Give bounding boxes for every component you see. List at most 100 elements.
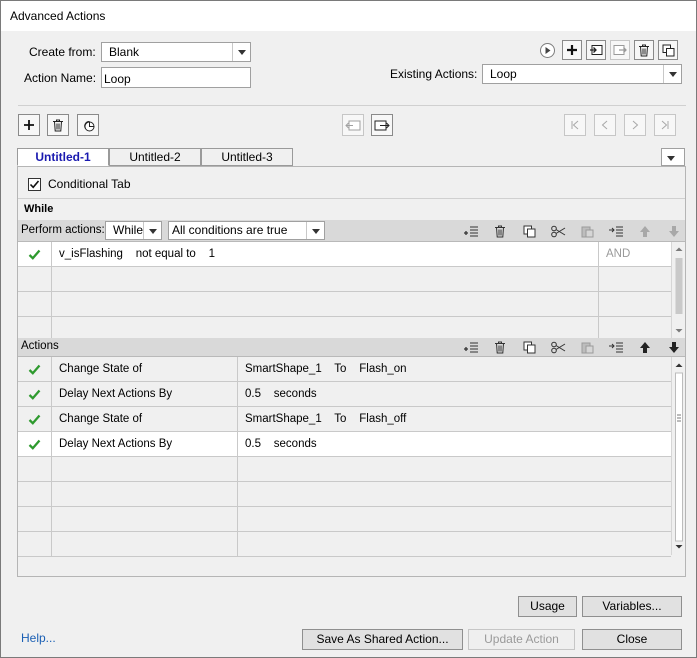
- condition-row[interactable]: [18, 292, 671, 317]
- move-condition-down-icon[interactable]: [665, 223, 683, 239]
- action-params[interactable]: 0.5 seconds: [238, 382, 671, 407]
- perform-mode-select[interactable]: While: [105, 221, 162, 240]
- paste-condition-icon[interactable]: [578, 223, 596, 239]
- first-tab-icon[interactable]: [564, 114, 586, 136]
- duplicate-decision-icon[interactable]: [77, 114, 99, 136]
- move-action-down-icon[interactable]: [665, 339, 683, 355]
- action-params[interactable]: SmartShape_1 To Flash_off: [238, 407, 671, 432]
- window-title: Advanced Actions: [10, 9, 106, 23]
- action-row[interactable]: [18, 482, 671, 507]
- condition-expression[interactable]: v_isFlashing not equal to 1: [52, 242, 599, 267]
- copy-action-icon[interactable]: [520, 339, 538, 355]
- action-enabled-checkmark[interactable]: [18, 407, 52, 432]
- title-bar: Advanced Actions: [1, 1, 696, 31]
- condition-operator: not equal to: [135, 248, 196, 260]
- action-row[interactable]: Change State of SmartShape_1 To Flash_on: [18, 357, 671, 382]
- empty-cell: [18, 532, 52, 557]
- insert-condition-below-icon[interactable]: [607, 223, 625, 239]
- variables-button[interactable]: Variables...: [582, 596, 682, 617]
- conditions-scrollbar[interactable]: [671, 242, 685, 338]
- conditions-mode-value: All conditions are true: [172, 223, 288, 237]
- action-target: SmartShape_1: [245, 413, 322, 425]
- actions-toolbar: Actions: [18, 338, 685, 357]
- save-as-shared-action-button[interactable]: Save As Shared Action...: [302, 629, 463, 650]
- action-params[interactable]: SmartShape_1 To Flash_on: [238, 357, 671, 382]
- insert-action-icon[interactable]: [462, 339, 480, 355]
- conditional-tab-label: Conditional Tab: [48, 177, 131, 191]
- action-connector: seconds: [273, 438, 317, 450]
- create-from-value: Blank: [109, 45, 140, 59]
- move-action-up-icon[interactable]: [636, 339, 654, 355]
- condition-row[interactable]: [18, 267, 671, 292]
- condition-logic[interactable]: AND: [599, 242, 671, 267]
- action-type[interactable]: Change State of: [52, 357, 238, 382]
- action-type[interactable]: Delay Next Actions By: [52, 432, 238, 457]
- empty-cell: [52, 457, 238, 482]
- action-row[interactable]: [18, 507, 671, 532]
- condition-value: 1: [208, 248, 215, 260]
- empty-cell: [18, 507, 52, 532]
- action-name-field[interactable]: [101, 67, 251, 88]
- delete-action-icon[interactable]: [634, 40, 654, 60]
- previous-tab-icon[interactable]: [594, 114, 616, 136]
- action-row[interactable]: [18, 457, 671, 482]
- action-param: Flash_off: [359, 413, 407, 425]
- action-row[interactable]: Delay Next Actions By 0.5 seconds: [18, 382, 671, 407]
- create-from-label: Create from:: [29, 45, 96, 59]
- copy-condition-icon[interactable]: [520, 223, 538, 239]
- add-decision-icon[interactable]: [18, 114, 40, 136]
- action-connector: seconds: [273, 388, 317, 400]
- move-decision-left-icon[interactable]: [342, 114, 364, 136]
- cut-condition-icon[interactable]: [549, 223, 567, 239]
- actions-scrollbar[interactable]: [671, 357, 685, 555]
- action-type[interactable]: Change State of: [52, 407, 238, 432]
- insert-condition-icon[interactable]: [462, 223, 480, 239]
- action-enabled-checkmark[interactable]: [18, 382, 52, 407]
- tabs-overflow-menu[interactable]: [661, 148, 685, 166]
- export-action-icon[interactable]: [610, 40, 630, 60]
- help-link[interactable]: Help...: [21, 631, 56, 645]
- chevron-down-icon: [143, 222, 161, 239]
- import-action-icon[interactable]: [586, 40, 606, 60]
- play-preview-icon[interactable]: [539, 42, 556, 59]
- delete-condition-icon[interactable]: [491, 223, 509, 239]
- cut-action-icon[interactable]: [549, 339, 567, 355]
- empty-cell: [52, 507, 238, 532]
- condition-row[interactable]: v_isFlashing not equal to 1 AND: [18, 242, 671, 267]
- move-condition-up-icon[interactable]: [636, 223, 654, 239]
- action-connector: To: [334, 363, 347, 375]
- decision-panel: Conditional Tab While Perform actions: W…: [17, 166, 686, 577]
- delete-action-row-icon[interactable]: [491, 339, 509, 355]
- chevron-down-icon: [662, 149, 684, 165]
- condition-variable: v_isFlashing: [59, 248, 123, 260]
- action-type[interactable]: Delay Next Actions By: [52, 382, 238, 407]
- condition-enabled-checkmark[interactable]: [18, 242, 52, 267]
- action-params[interactable]: 0.5 seconds: [238, 432, 671, 457]
- action-enabled-checkmark[interactable]: [18, 432, 52, 457]
- insert-action-below-icon[interactable]: [607, 339, 625, 355]
- conditions-mode-select[interactable]: All conditions are true: [168, 221, 325, 240]
- existing-actions-select[interactable]: Loop: [482, 64, 682, 84]
- action-target: 0.5: [245, 388, 261, 400]
- tab-untitled-2[interactable]: Untitled-2: [109, 148, 201, 166]
- action-enabled-checkmark[interactable]: [18, 357, 52, 382]
- tab-untitled-3[interactable]: Untitled-3: [201, 148, 293, 166]
- action-row-selected[interactable]: Delay Next Actions By 0.5 seconds: [18, 432, 671, 457]
- create-from-select[interactable]: Blank: [101, 42, 251, 62]
- usage-button[interactable]: Usage: [518, 596, 577, 617]
- duplicate-action-icon[interactable]: [658, 40, 678, 60]
- last-tab-icon[interactable]: [654, 114, 676, 136]
- tab-untitled-1[interactable]: Untitled-1: [17, 148, 109, 166]
- action-row[interactable]: [18, 532, 671, 557]
- next-tab-icon[interactable]: [624, 114, 646, 136]
- update-action-button[interactable]: Update Action: [468, 629, 575, 650]
- move-decision-right-icon[interactable]: [371, 114, 393, 136]
- add-action-icon[interactable]: [562, 40, 582, 60]
- paste-action-icon[interactable]: [578, 339, 596, 355]
- delete-decision-icon[interactable]: [47, 114, 69, 136]
- section-while-title: While: [24, 203, 54, 215]
- action-row[interactable]: Change State of SmartShape_1 To Flash_of…: [18, 407, 671, 432]
- conditions-grid: v_isFlashing not equal to 1 AND: [18, 242, 671, 342]
- close-button[interactable]: Close: [582, 629, 682, 650]
- conditional-tab-checkbox[interactable]: [28, 178, 41, 191]
